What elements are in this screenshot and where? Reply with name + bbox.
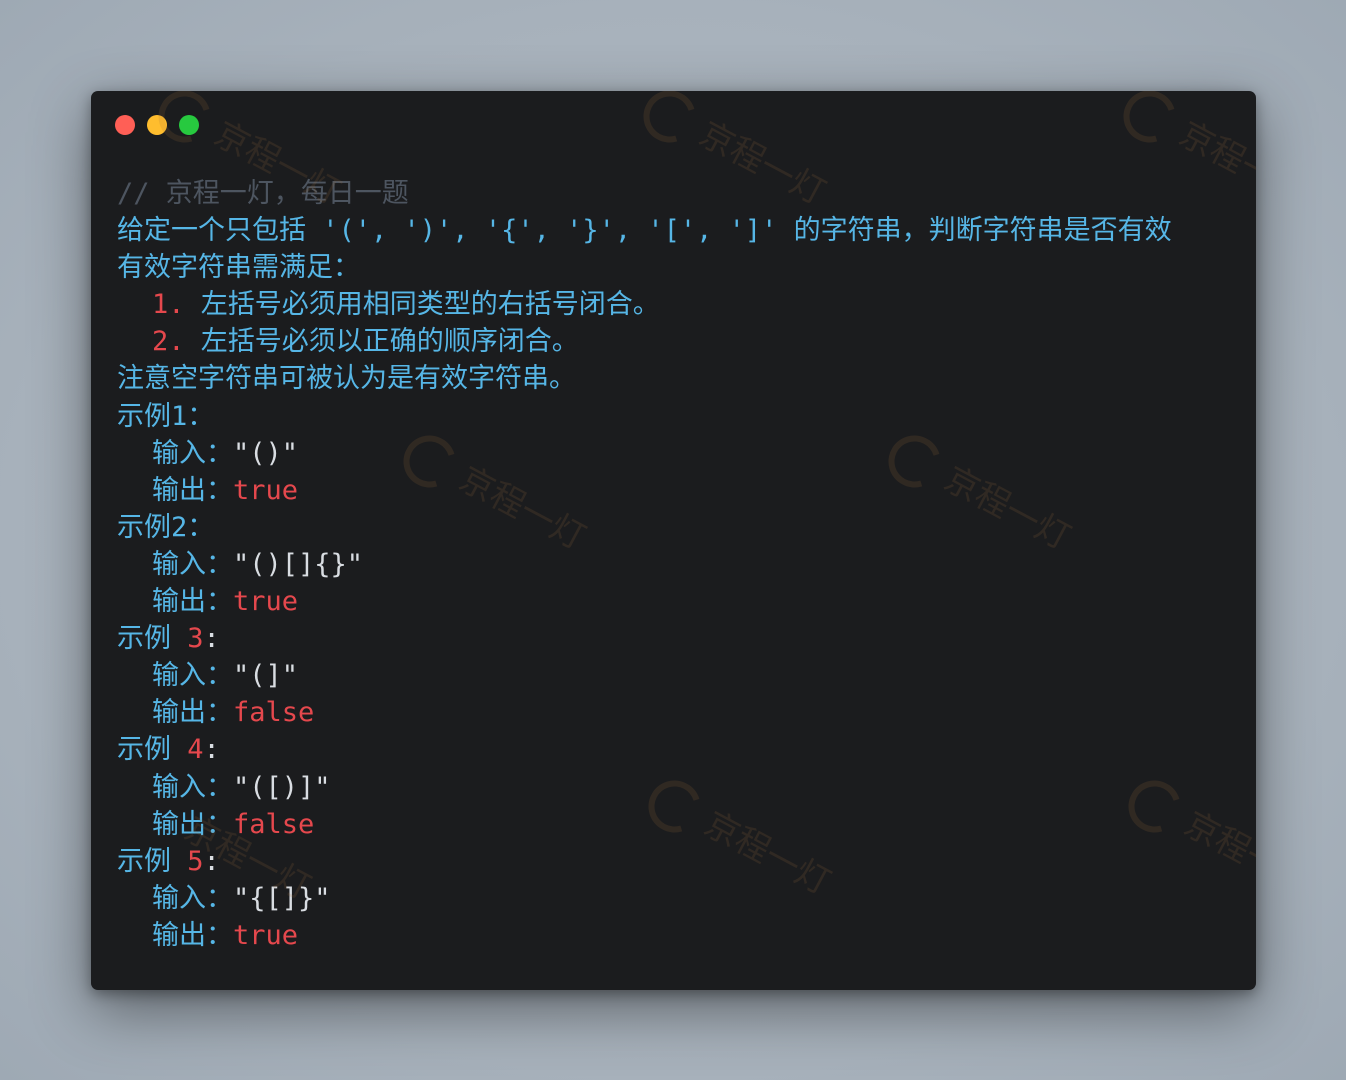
- example-1-output: 输出：true: [152, 474, 299, 506]
- example-1-label: 示例1：: [117, 400, 215, 432]
- example-5-label: 示例 5:: [117, 845, 220, 877]
- watermark-logo-icon: [634, 91, 705, 152]
- example-1-input: 输入："()": [152, 437, 299, 469]
- note-line: 注意空字符串可被认为是有效字符串。: [117, 363, 576, 395]
- rule-2: 2. 左括号必须以正确的顺序闭合。: [152, 326, 579, 358]
- code-comment: // 京程一灯，每日一题: [117, 178, 409, 209]
- rule-1: 1. 左括号必须用相同类型的右括号闭合。: [152, 289, 660, 321]
- example-2-label: 示例2：: [117, 511, 215, 543]
- requirement-heading: 有效字符串需满足：: [117, 252, 360, 284]
- code-block: // 京程一灯，每日一题 给定一个只包括 '(', ')', '{', '}',…: [117, 175, 1246, 954]
- watermark-logo-icon: [1114, 91, 1185, 152]
- example-2-input: 输入："()[]{}": [152, 548, 364, 580]
- minimize-button[interactable]: [147, 115, 167, 135]
- example-4-output: 输出：false: [152, 808, 315, 840]
- example-3-output: 输出：false: [152, 697, 315, 729]
- example-3-label: 示例 3:: [117, 623, 220, 655]
- example-2-output: 输出：true: [152, 586, 299, 618]
- example-4-label: 示例 4:: [117, 734, 220, 766]
- example-4-input: 输入："([)]": [152, 771, 331, 803]
- example-3-input: 输入："(]": [152, 660, 299, 692]
- problem-statement: 给定一个只包括 '(', ')', '{', '}', '[', ']' 的字符…: [117, 215, 1172, 247]
- example-5-output: 输出：true: [152, 919, 299, 951]
- maximize-button[interactable]: [179, 115, 199, 135]
- example-5-input: 输入："{[]}": [152, 882, 331, 914]
- close-button[interactable]: [115, 115, 135, 135]
- terminal-window: // 京程一灯，每日一题 给定一个只包括 '(', ')', '{', '}',…: [91, 91, 1256, 990]
